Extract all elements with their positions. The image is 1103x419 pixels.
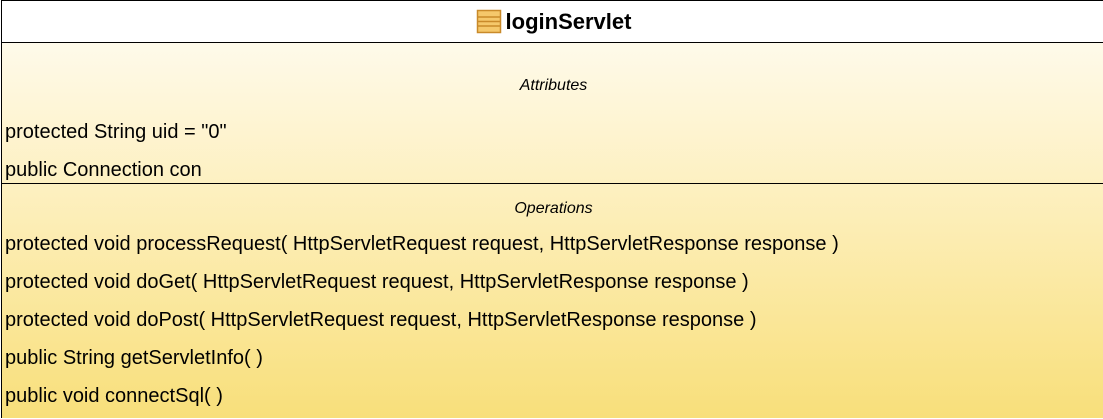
operations-list: protected void processRequest( HttpServl… <box>2 225 839 415</box>
uml-class-box[interactable]: loginServlet Attributes protected String… <box>1 0 1103 418</box>
operation-row[interactable]: protected void processRequest( HttpServl… <box>2 225 839 263</box>
operations-compartment: Operations protected void processRequest… <box>2 184 1103 419</box>
attributes-list: protected String uid = "0" public Connec… <box>2 113 227 189</box>
class-icon <box>476 9 501 34</box>
class-header: loginServlet <box>2 1 1103 43</box>
attributes-compartment: Attributes protected String uid = "0" pu… <box>2 43 1103 184</box>
operations-title: Operations <box>514 200 593 217</box>
operation-row[interactable]: protected void doPost( HttpServletReques… <box>2 301 839 339</box>
operation-row[interactable]: public void connectSql( ) <box>2 377 839 415</box>
class-name: loginServlet <box>505 8 632 34</box>
attributes-title: Attributes <box>519 77 588 94</box>
operation-row[interactable]: protected void doGet( HttpServletRequest… <box>2 263 839 301</box>
class-header-content: loginServlet <box>476 8 632 34</box>
operation-row[interactable]: public String getServletInfo( ) <box>2 339 839 377</box>
attribute-row[interactable]: protected String uid = "0" <box>2 113 227 151</box>
